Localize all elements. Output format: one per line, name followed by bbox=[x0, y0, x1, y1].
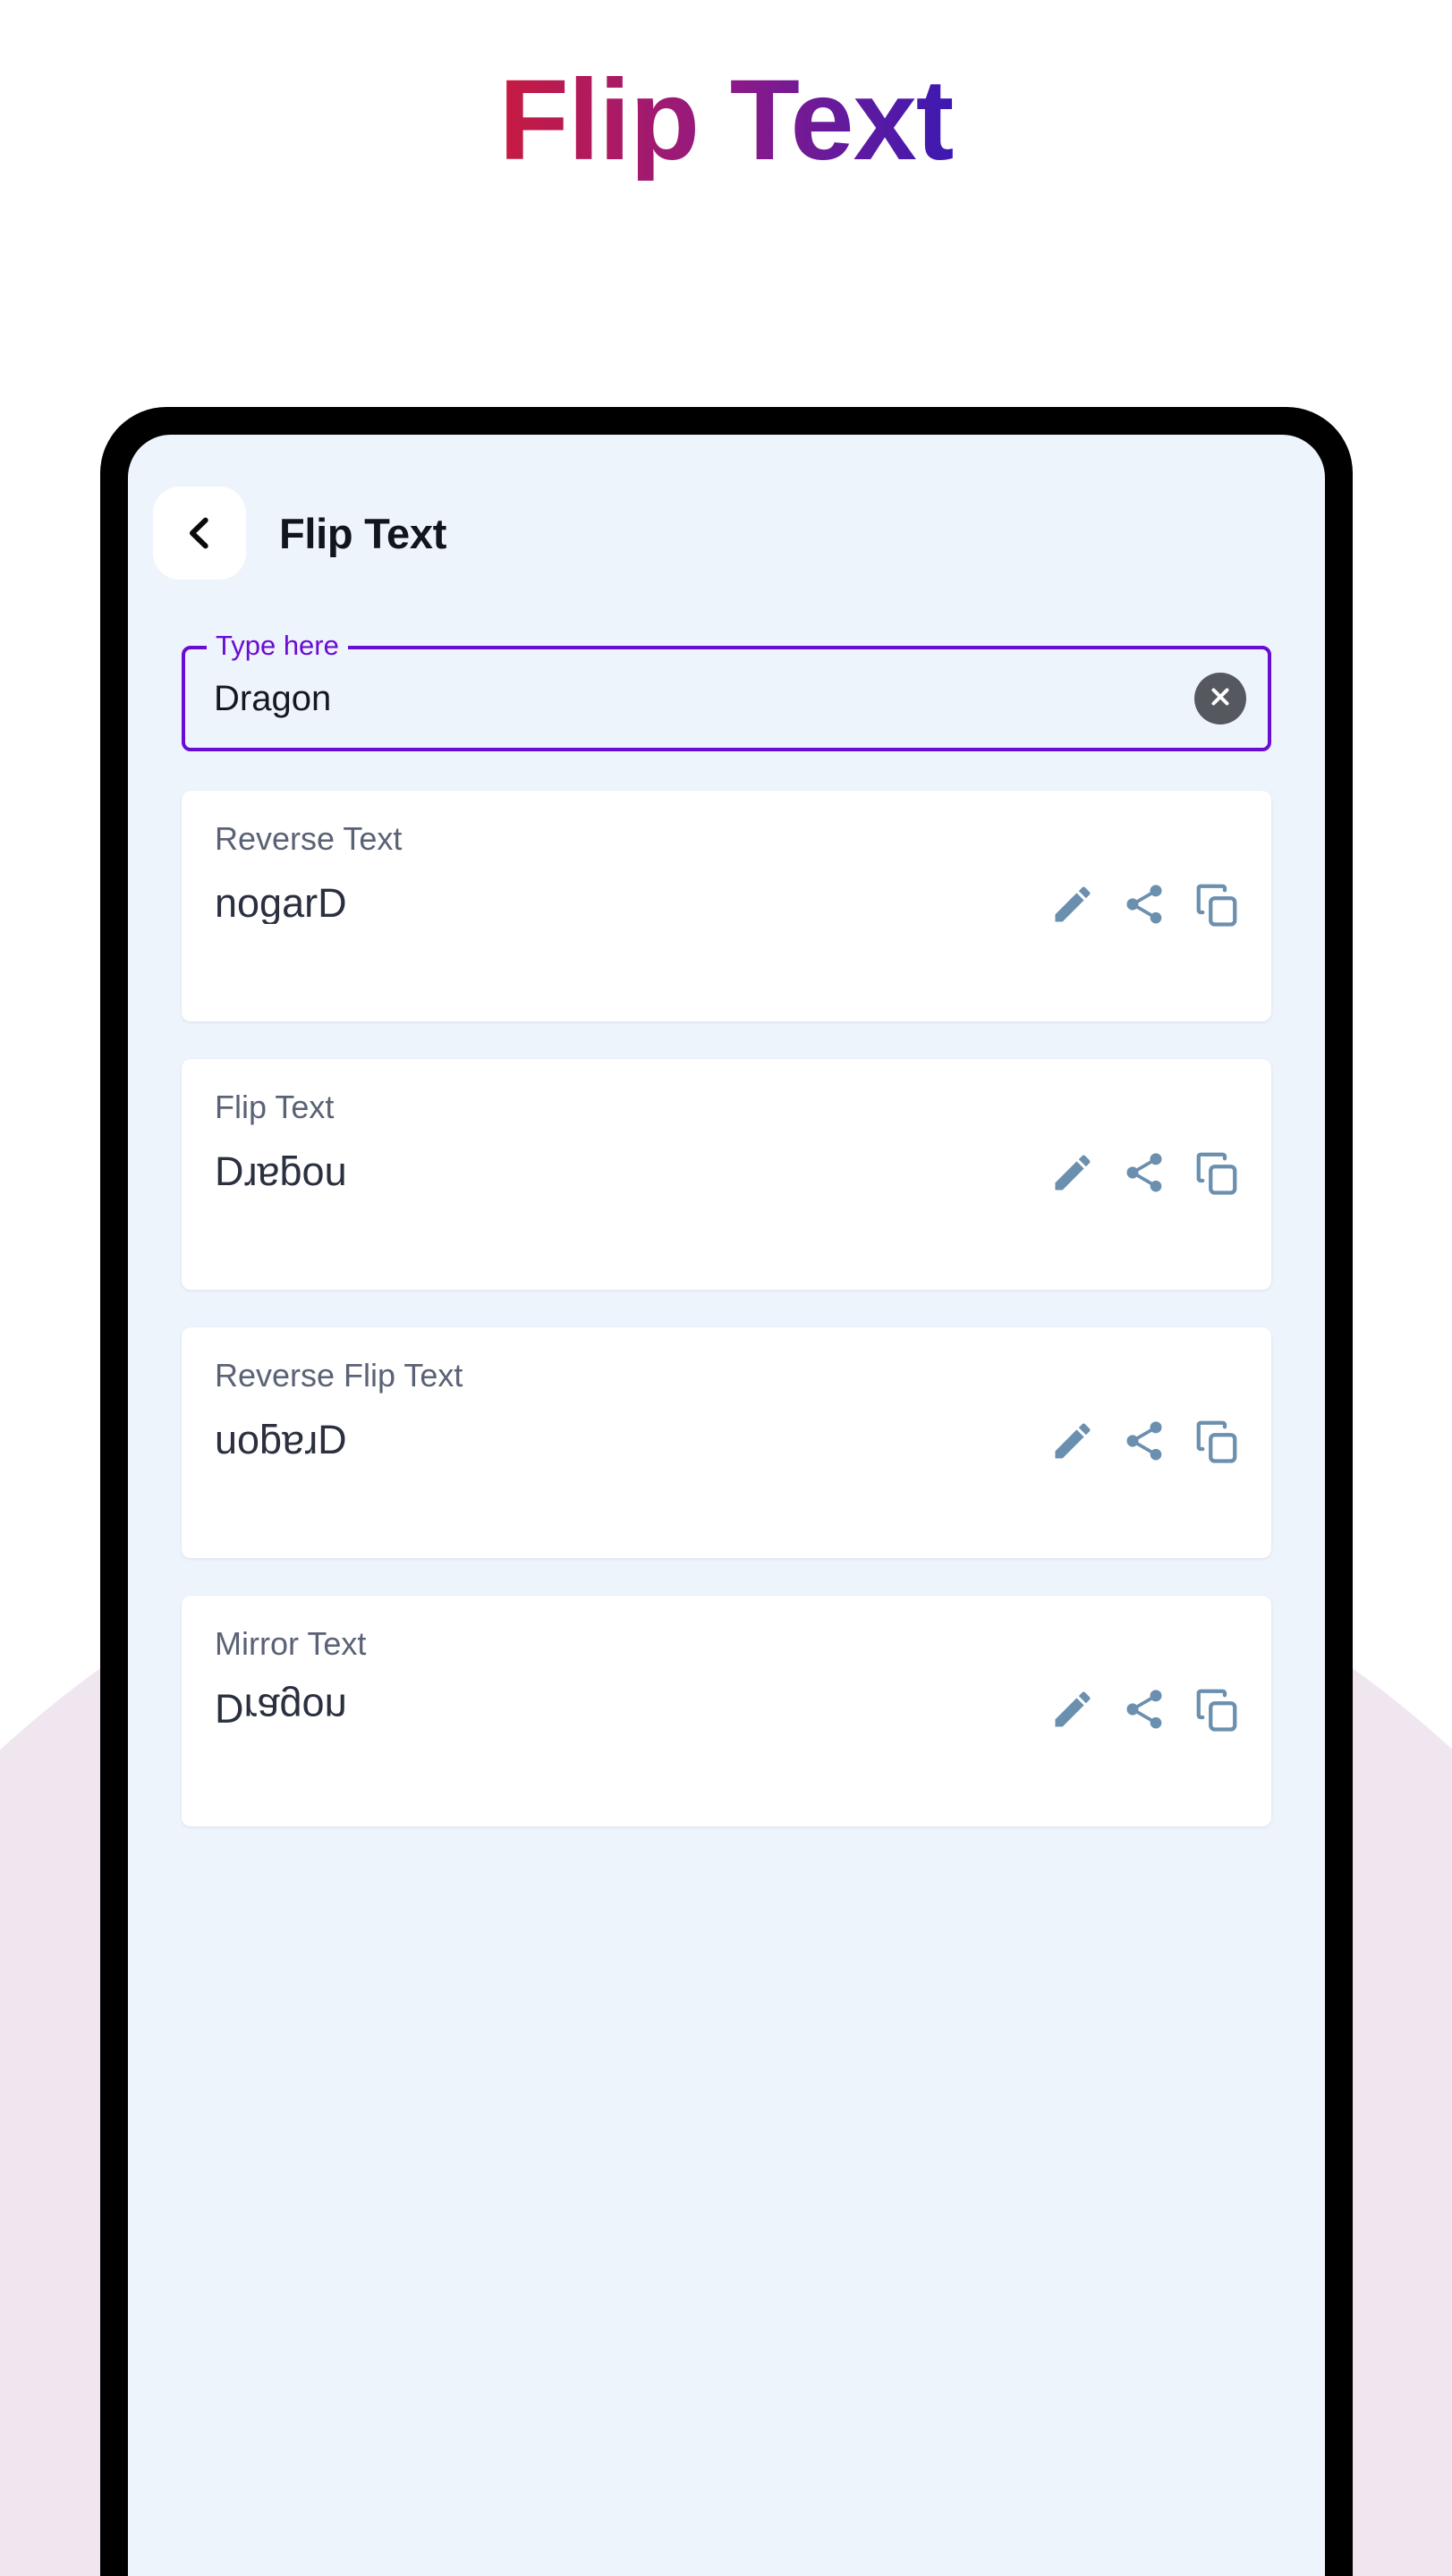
card-actions bbox=[1049, 823, 1241, 928]
back-button[interactable] bbox=[153, 487, 246, 580]
card-texts: Reverse Flip Text uoƃɐɹD bbox=[215, 1360, 1049, 1461]
list-item[interactable]: Reverse Text nogarD bbox=[182, 791, 1271, 1021]
phone-frame: Flip Text Type here bbox=[100, 407, 1353, 2576]
chevron-left-icon bbox=[179, 513, 220, 554]
text-input-label: Type here bbox=[207, 631, 348, 661]
close-circle-icon bbox=[1207, 683, 1234, 715]
text-input-container: Type here bbox=[182, 631, 1271, 751]
app-bar-title: Flip Text bbox=[279, 509, 447, 557]
card-label: Flip Text bbox=[215, 1091, 335, 1125]
page-title: Flip Text bbox=[0, 60, 1452, 181]
copy-icon[interactable] bbox=[1193, 1417, 1241, 1465]
text-input-outline[interactable] bbox=[182, 646, 1271, 751]
list-item[interactable]: Reverse Flip Text uoƃɐɹD bbox=[182, 1327, 1271, 1558]
copy-icon[interactable] bbox=[1193, 1685, 1241, 1733]
pencil-icon[interactable] bbox=[1049, 881, 1096, 928]
card-actions bbox=[1049, 1091, 1241, 1197]
card-texts: Flip Text Dɹɐƃou bbox=[215, 1091, 1049, 1192]
pencil-icon[interactable] bbox=[1049, 1149, 1096, 1196]
pencil-icon[interactable] bbox=[1049, 1418, 1096, 1464]
card-value: nogarD bbox=[215, 880, 347, 925]
copy-icon[interactable] bbox=[1193, 1148, 1241, 1197]
card-value: uoƃɐɹD bbox=[215, 1417, 347, 1462]
card-actions bbox=[1049, 1628, 1241, 1733]
card-value: Dɹɐƃou bbox=[215, 1148, 347, 1193]
card-label: Reverse Flip Text bbox=[215, 1360, 463, 1394]
card-texts: Mirror Text Dragon bbox=[215, 1628, 1049, 1729]
clear-button[interactable] bbox=[1194, 673, 1246, 724]
list-item[interactable]: Flip Text Dɹɐƃou bbox=[182, 1059, 1271, 1290]
card-texts: Reverse Text nogarD bbox=[215, 823, 1049, 924]
card-label: Reverse Text bbox=[215, 823, 403, 857]
share-icon[interactable] bbox=[1121, 1418, 1168, 1464]
results-list: Reverse Text nogarD Flip Text Dɹɐƃou Rev… bbox=[182, 791, 1271, 1826]
phone-screen: Flip Text Type here bbox=[128, 435, 1325, 2576]
app-bar: Flip Text bbox=[128, 435, 1325, 592]
card-value: Dragon bbox=[215, 1685, 347, 1730]
copy-icon[interactable] bbox=[1193, 880, 1241, 928]
screenshot-root: Flip Text Flip Text Dragon Type here Rev… bbox=[0, 0, 1452, 2576]
share-icon[interactable] bbox=[1121, 1686, 1168, 1733]
search-input[interactable] bbox=[214, 678, 1194, 719]
list-item[interactable]: Mirror Text Dragon bbox=[182, 1596, 1271, 1826]
share-icon[interactable] bbox=[1121, 881, 1168, 928]
card-label: Mirror Text bbox=[215, 1628, 367, 1662]
card-actions bbox=[1049, 1360, 1241, 1465]
pencil-icon[interactable] bbox=[1049, 1686, 1096, 1733]
share-icon[interactable] bbox=[1121, 1149, 1168, 1196]
